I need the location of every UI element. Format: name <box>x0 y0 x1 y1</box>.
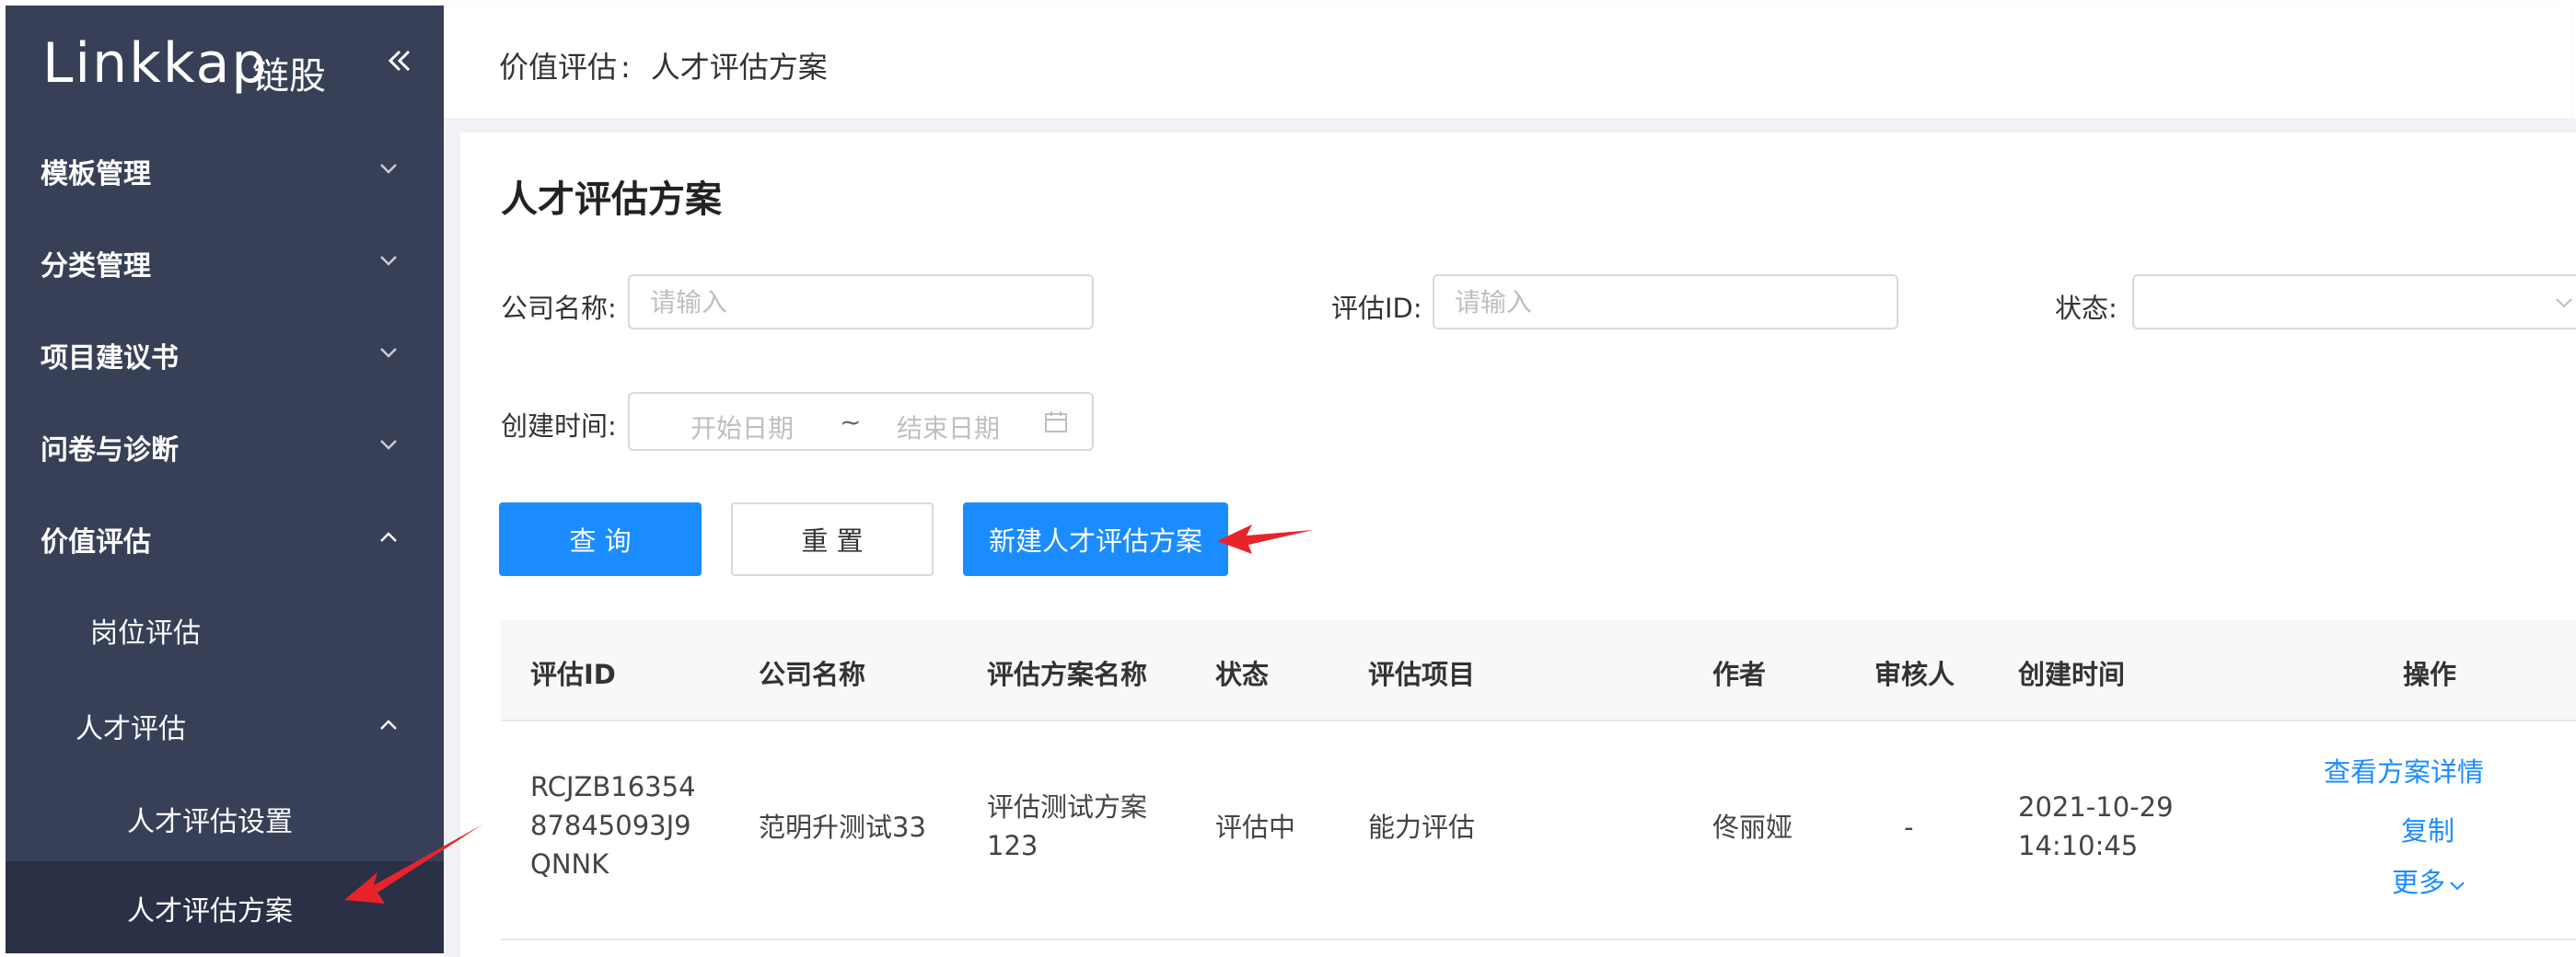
collapse-sidebar-icon[interactable] <box>381 42 418 79</box>
date-range-separator: ~ <box>840 407 862 437</box>
column-header: 创建时间 <box>2018 659 2126 690</box>
cell-reviewer: - <box>1904 812 1914 843</box>
sidebar: Linkkap 链股 模板管理 分类管理 项目建议书 问卷与诊断 价值评估 岗位… <box>6 6 444 953</box>
cell-line: RCJZB16354 <box>530 771 696 802</box>
chevron-down-icon <box>2450 882 2465 891</box>
evaluation-id-input[interactable] <box>1433 274 1898 329</box>
sidebar-item-category-management[interactable]: 分类管理 <box>6 217 444 309</box>
cell-company-name: 范明升测试33 <box>759 812 926 843</box>
sidebar-item-label: 人才评估方案 <box>127 895 293 928</box>
cell-evaluation-project: 能力评估 <box>1368 812 1476 843</box>
query-button[interactable]: 查 询 <box>499 502 702 576</box>
status-select[interactable] <box>2132 274 2576 329</box>
date-end-input[interactable]: 结束日期 <box>897 409 1000 445</box>
cell-line: QNNK <box>530 848 609 880</box>
column-header: 公司名称 <box>759 659 866 690</box>
sidebar-item-label: 项目建议书 <box>41 342 179 375</box>
column-header: 状态 <box>1215 659 1270 690</box>
top-header: 价值评估: 人才评估方案 <box>444 6 2570 120</box>
reset-button[interactable]: 重 置 <box>731 502 934 576</box>
sidebar-item-talent-evaluation[interactable]: 人才评估 <box>6 675 444 777</box>
more-dropdown-link[interactable]: 更多 <box>2392 861 2466 900</box>
copy-link[interactable]: 复制 <box>2401 810 2454 848</box>
column-header: 评估方案名称 <box>987 659 1148 690</box>
sidebar-item-label: 价值评估 <box>41 526 151 559</box>
column-header: 评估项目 <box>1368 659 1476 690</box>
sidebar-item-label: 人才评估 <box>75 713 186 745</box>
created-time-label: 创建时间: <box>501 410 617 442</box>
sidebar-item-survey-diagnosis[interactable]: 问卷与诊断 <box>6 401 444 493</box>
column-header: 评估ID <box>530 659 616 690</box>
company-name-input[interactable] <box>628 274 1094 329</box>
sidebar-item-value-evaluation[interactable]: 价值评估 <box>6 493 444 585</box>
chevron-down-icon <box>380 256 397 266</box>
brand-logo-cn: 链股 <box>252 55 326 98</box>
chevron-up-icon <box>380 532 397 542</box>
chevron-down-icon <box>380 348 397 358</box>
chevron-down-icon <box>380 164 397 174</box>
sidebar-item-label: 模板管理 <box>41 158 151 190</box>
cell-line: 14:10:45 <box>2018 830 2139 861</box>
annotation-arrow-icon <box>344 824 482 904</box>
column-header: 作者 <box>1712 659 1767 690</box>
sidebar-item-label: 问卷与诊断 <box>41 434 179 467</box>
sidebar-item-label: 分类管理 <box>41 250 151 282</box>
sidebar-item-position-evaluation[interactable]: 岗位评估 <box>6 585 444 675</box>
breadcrumb-parent[interactable]: 价值评估 <box>499 50 617 85</box>
column-header: 审核人 <box>1874 659 1955 690</box>
logo-row: Linkkap 链股 <box>6 6 444 125</box>
more-label: 更多 <box>2392 867 2446 898</box>
cell-line: 评估测试方案 <box>987 791 1148 823</box>
status-label: 状态: <box>2055 293 2118 324</box>
date-start-input[interactable]: 开始日期 <box>690 409 794 445</box>
sidebar-item-label: 岗位评估 <box>90 617 201 650</box>
cell-plan-name: 评估测试方案 123 <box>987 788 1147 865</box>
cell-status: 评估中 <box>1215 812 1296 843</box>
brand-logo: Linkkap <box>42 31 269 96</box>
view-plan-details-link[interactable]: 查看方案详情 <box>2324 751 2484 790</box>
sidebar-item-project-proposal[interactable]: 项目建议书 <box>6 309 444 401</box>
chevron-down-icon <box>2556 298 2572 308</box>
created-date-range-picker[interactable]: 开始日期 ~ 结束日期 <box>628 392 1094 451</box>
evaluation-id-label: 评估ID: <box>1331 293 1422 324</box>
company-name-label: 公司名称: <box>501 293 617 324</box>
breadcrumb-current: 人才评估方案 <box>650 50 828 85</box>
cell-line: 2021-10-29 <box>2018 791 2174 823</box>
sidebar-item-template-management[interactable]: 模板管理 <box>6 125 444 217</box>
cell-line: 123 <box>987 830 1039 861</box>
create-talent-plan-button[interactable]: 新建人才评估方案 <box>963 502 1228 576</box>
chevron-down-icon <box>380 440 397 450</box>
breadcrumb-separator: : <box>621 50 631 85</box>
sidebar-item-label: 人才评估设置 <box>127 806 293 838</box>
main-content: 人才评估方案 公司名称: 评估ID: 状态: 创建时间: 开始日期 ~ 结束日期… <box>460 133 2576 957</box>
table-row: RCJZB16354 87845093J9 QNNK 范明升测试33 评估测试方… <box>501 721 2576 940</box>
breadcrumb: 价值评估: 人才评估方案 <box>499 44 828 86</box>
column-header: 操作 <box>2403 659 2457 690</box>
calendar-icon <box>1045 411 1067 432</box>
cell-author: 佟丽娅 <box>1712 812 1793 843</box>
chevron-up-icon <box>380 720 397 730</box>
cell-created-time: 2021-10-29 14:10:45 <box>2018 788 2174 865</box>
annotation-arrow-icon <box>1217 525 1313 554</box>
table-header: 评估ID 公司名称 评估方案名称 状态 评估项目 作者 审核人 创建时间 操作 <box>501 620 2576 721</box>
page-title: 人才评估方案 <box>501 179 722 221</box>
cell-line: 87845093J9 <box>530 810 691 841</box>
cell-evaluation-id: RCJZB16354 87845093J9 QNNK <box>530 767 696 883</box>
